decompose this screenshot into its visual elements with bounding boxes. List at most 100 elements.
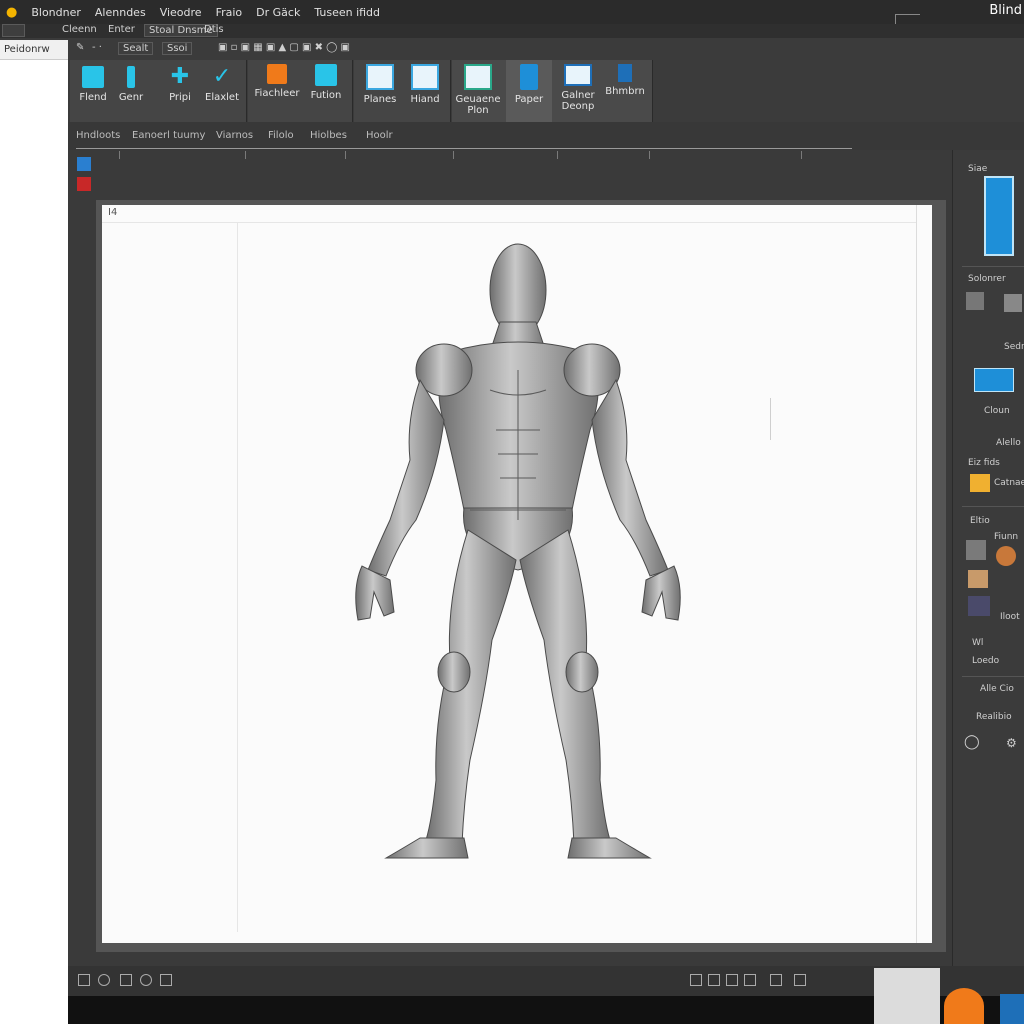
circle-icon[interactable]: ◯ (964, 734, 980, 750)
ribbon-button-geuaene[interactable]: Geuaene Plon (454, 64, 502, 116)
link-icon[interactable] (140, 974, 152, 986)
ribbon-button-paper[interactable]: Paper (506, 60, 552, 126)
guide-line (237, 222, 238, 932)
ribbon-button-fution[interactable]: Fution (304, 64, 348, 101)
sculpt-icon[interactable] (966, 540, 986, 560)
blender-logo-icon[interactable] (944, 988, 984, 1024)
humanoid-model[interactable] (340, 240, 700, 870)
ribbon-label: Bhmbrn (605, 86, 645, 97)
texture-icon[interactable] (968, 570, 988, 588)
tab-item[interactable]: Hoolr (366, 130, 393, 141)
ruler-tick: | (800, 150, 803, 159)
grid-icon (564, 64, 592, 86)
tab-item[interactable]: Filolo (268, 130, 294, 141)
ribbon-label: Fution (310, 90, 342, 101)
taskbar-app-icon[interactable] (874, 968, 940, 1024)
panel-label: Catnae (994, 478, 1024, 488)
ribbon-button-elaxlet[interactable]: ✓ Elaxlet (202, 64, 242, 104)
ribbon-group-3: Fiachleer Fution (248, 60, 353, 122)
divider (962, 676, 1024, 677)
pen-icon: ✓ (212, 64, 232, 89)
blue-swatch[interactable] (974, 368, 1014, 392)
row2-field[interactable] (2, 24, 25, 37)
ribbon-label: Hiand (410, 94, 440, 105)
app-title: Blind (989, 3, 1022, 18)
ribbon-button-flend[interactable]: Flend (76, 66, 110, 103)
tab-item[interactable]: Viarnos (216, 130, 253, 141)
guide-line (770, 398, 771, 440)
menu-item[interactable]: Dr Gäck (256, 6, 300, 19)
panel-label: Loedo (972, 656, 1000, 666)
tool-tabs: Hndloots Eanoerl tuumy Viarnos Filolo Hi… (68, 122, 1024, 150)
record-icon[interactable] (77, 177, 91, 191)
doc-icon[interactable] (78, 974, 90, 986)
ribbon-button-galner[interactable]: Galner Deonp (556, 64, 600, 112)
left-panel-label[interactable]: Peidonrw (4, 44, 50, 55)
brush-icon[interactable] (966, 292, 984, 310)
folder-icon[interactable] (970, 474, 990, 492)
pointer-icon[interactable] (98, 974, 110, 986)
square-icon (315, 64, 337, 86)
layer-icon[interactable] (968, 596, 990, 616)
download-icon[interactable] (726, 974, 738, 986)
settings-icon[interactable]: ⚙ (1006, 736, 1017, 750)
orange-icon[interactable] (996, 546, 1016, 566)
arrow-icon (82, 66, 104, 88)
refresh-icon[interactable] (160, 974, 172, 986)
ribbon: Flend Genr ✚ Pripi ✓ Elaxlet Fiachleer F… (68, 60, 1024, 126)
row2-item[interactable]: Dtis (204, 24, 224, 35)
paper-icon (520, 64, 538, 90)
quick-toolbar: ✎ - · Sealt Ssoi ▣ ▫ ▣ ▦ ▣ ▲ ▢ ▣ ✖ ◯ ▣ (68, 38, 1024, 60)
app-icon[interactable] (1000, 994, 1024, 1024)
ribbon-group-2: ✚ Pripi ✓ Elaxlet (154, 60, 247, 122)
pencil-icon[interactable]: ✎ (76, 42, 84, 53)
tab-item[interactable]: Hndloots (76, 130, 120, 141)
row2-item[interactable]: Enter (108, 24, 135, 35)
field-sealt[interactable]: Sealt (118, 42, 154, 55)
row2-item[interactable]: Cleenn (62, 24, 97, 35)
preview-icon[interactable] (984, 176, 1014, 256)
guide-line (916, 205, 917, 943)
tab-item[interactable]: Hiolbes (310, 130, 347, 141)
toolbar-icons[interactable]: ▣ ▫ ▣ ▦ ▣ ▲ ▢ ▣ ✖ ◯ ▣ (218, 42, 350, 53)
menu-item[interactable]: Blondner (31, 6, 81, 19)
menu-item[interactable]: Alenndes (95, 6, 146, 19)
panel-label: Alello (996, 438, 1021, 448)
tab-item[interactable]: Eanoerl tuumy (132, 130, 205, 141)
grid-icon[interactable] (744, 974, 756, 986)
panel-label: Iloot (1000, 612, 1020, 622)
ribbon-button-planes[interactable]: Planes (358, 64, 402, 105)
tool-icon[interactable] (1004, 294, 1022, 312)
dash-icon[interactable]: - · (92, 42, 102, 53)
ribbon-button-bhmbrn[interactable]: Bhmbrn (602, 64, 648, 97)
menu-item[interactable]: Vieodre (160, 6, 202, 19)
ruler-tick: | (244, 150, 247, 159)
ribbon-button-hiand[interactable]: Hiand (404, 64, 446, 105)
ribbon-button-fiachleer[interactable]: Fiachleer (252, 64, 302, 99)
ribbon-label: Geuaene (455, 94, 501, 105)
ribbon-group-5: Geuaene Plon Paper Galner Deonp Bhmbrn (452, 60, 653, 126)
field-ssoi[interactable]: Ssoi (162, 42, 193, 55)
ruler (76, 148, 852, 149)
ribbon-label: Genr (118, 92, 144, 103)
gear-icon[interactable] (794, 974, 806, 986)
guide-line (102, 222, 916, 223)
ribbon-label: Pripi (169, 92, 191, 103)
app-logo-icon: ● (6, 4, 18, 20)
image-icon[interactable] (690, 974, 702, 986)
ruler-tick: | (452, 150, 455, 159)
menu-item[interactable]: Fraio (216, 6, 243, 19)
ribbon-button-pripi[interactable]: ✚ Pripi (160, 64, 200, 104)
ribbon-label: Paper (514, 94, 544, 105)
check-icon[interactable] (708, 974, 720, 986)
box-icon[interactable] (770, 974, 782, 986)
panel-label: Siae (968, 164, 988, 174)
grid-icon[interactable] (77, 157, 91, 171)
panel-label: Eiz fids (968, 458, 1000, 468)
brush-icon[interactable] (120, 974, 132, 986)
ribbon-button-genr[interactable]: Genr (114, 66, 148, 103)
left-panel (0, 60, 68, 1024)
ribbon-label: Galner (561, 90, 595, 101)
menu-item[interactable]: Tuseen ifidd (314, 6, 380, 19)
plus-icon: ✚ (170, 64, 190, 89)
